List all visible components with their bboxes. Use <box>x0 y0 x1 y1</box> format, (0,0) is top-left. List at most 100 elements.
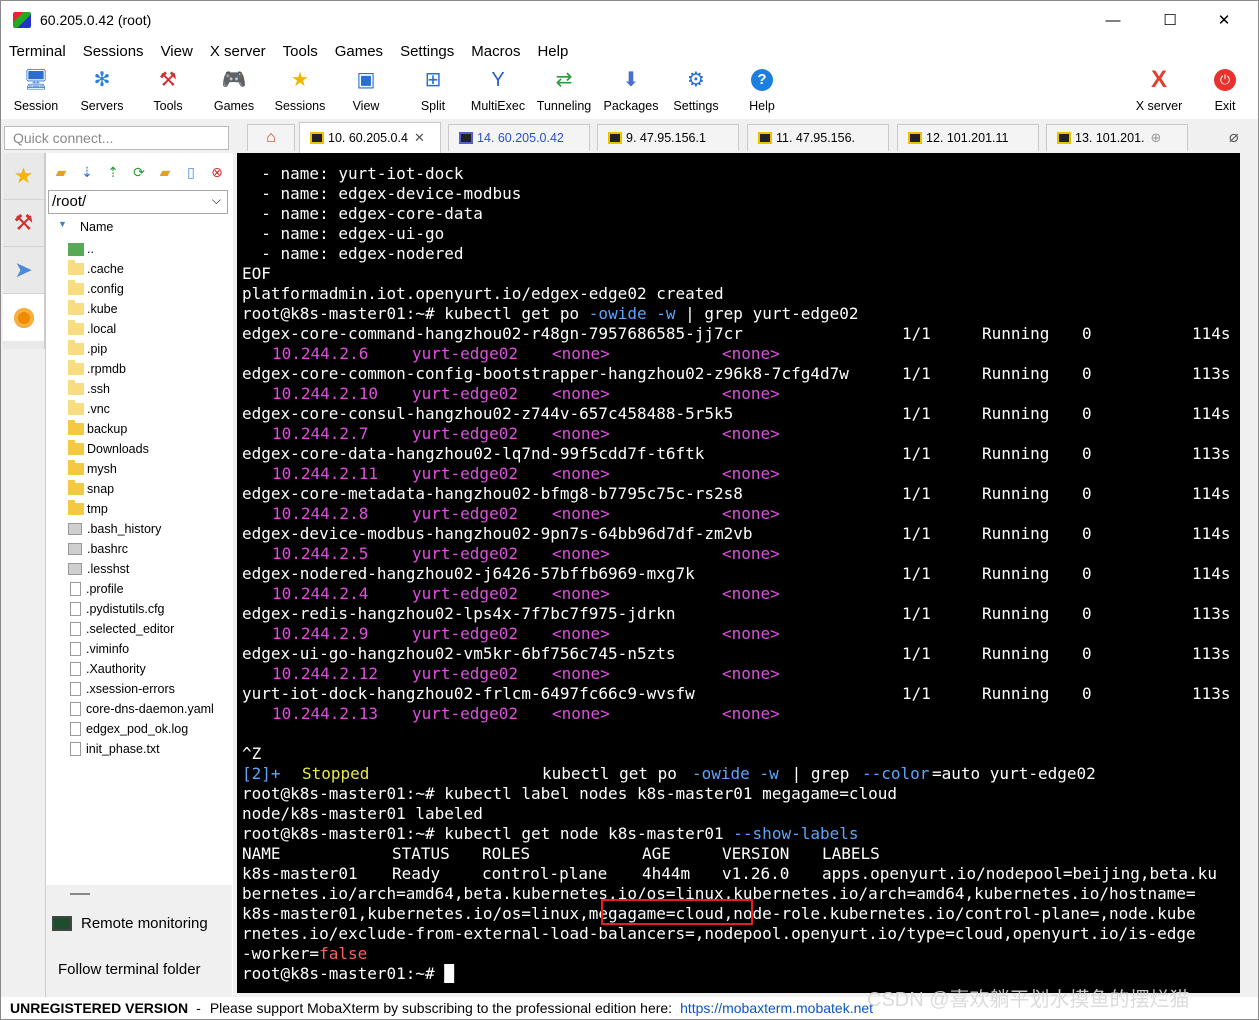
file-list-item[interactable]: snap <box>68 479 232 499</box>
quick-connect-input[interactable]: Quick connect... <box>4 126 229 150</box>
terminal-text: Running <box>982 484 1050 503</box>
settings-button[interactable]: ⚙ Settings <box>663 67 729 113</box>
pod-node: yurt-edge02 <box>412 544 518 563</box>
file-list-item[interactable]: edgex_pod_ok.log <box>68 719 232 739</box>
file-list-item[interactable]: .bash_history <box>68 519 232 539</box>
terminal-text: <none> <box>552 664 610 683</box>
file-list-item[interactable]: tmp <box>68 499 232 519</box>
tunneling-button[interactable]: ⇄ Tunneling <box>531 67 597 113</box>
terminal-text: | grep yurt-edge02 <box>675 304 859 323</box>
tab-session-13[interactable]: 13. 101.201. ⊕ <box>1046 124 1188 151</box>
file-list-item[interactable]: .ssh <box>68 379 232 399</box>
servers-button[interactable]: ✻ Servers <box>69 67 135 113</box>
menu-tools[interactable]: Tools <box>275 43 327 60</box>
games-button[interactable]: 🎮 Games <box>201 67 267 113</box>
menu-settings[interactable]: Settings <box>392 43 463 60</box>
file-list-item[interactable]: core-dns-daemon.yaml <box>68 699 232 719</box>
menu-sessions[interactable]: Sessions <box>75 43 153 60</box>
file-list-item[interactable]: backup <box>68 419 232 439</box>
minimize-button[interactable]: — <box>1090 1 1136 39</box>
tab-row: Quick connect... ⌂ 10. 60.205.0.4 ✕ 14. 6… <box>1 121 1258 153</box>
menu-games[interactable]: Games <box>327 43 392 60</box>
pod-ip: 10.244.2.12 <box>272 664 378 683</box>
file-list-item[interactable]: .local <box>68 319 232 339</box>
sftp-send-icon[interactable]: ➤ <box>3 247 44 294</box>
menu-help[interactable]: Help <box>529 43 577 60</box>
file-list-item[interactable]: .kube <box>68 299 232 319</box>
sessions-button[interactable]: ★ Sessions <box>267 67 333 113</box>
delete-icon[interactable]: ⊗ <box>208 164 226 181</box>
download-icon[interactable]: ⇣ <box>78 164 96 181</box>
file-name: .config <box>87 282 124 296</box>
new-folder-icon[interactable]: ▰ <box>156 164 174 181</box>
terminal-text: LABELS <box>822 844 880 863</box>
close-button[interactable]: ✕ <box>1201 1 1247 39</box>
new-file-icon[interactable]: ▯ <box>182 164 200 181</box>
folder-up-icon[interactable]: ▰ <box>52 164 70 181</box>
session-button[interactable]: 🖥 Session <box>3 67 69 113</box>
file-list-item[interactable]: .pydistutils.cfg <box>68 599 232 619</box>
terminal-text: 1/1 <box>902 564 931 583</box>
tools-rail-icon[interactable]: ⚒ <box>3 200 44 247</box>
maximize-button[interactable]: ☐ <box>1147 1 1193 39</box>
tab-session-10[interactable]: 10. 60.205.0.4 ✕ <box>299 122 441 153</box>
sessions-star-icon[interactable]: ★ <box>3 153 44 200</box>
pod-node: yurt-edge02 <box>412 584 518 603</box>
view-button[interactable]: ▣ View <box>333 67 399 113</box>
xserver-button[interactable]: XX server <box>1126 67 1192 114</box>
terminal[interactable]: - name: yurt-iot-dock - name: edgex-devi… <box>237 153 1240 993</box>
attachment-icon[interactable]: ⌀ <box>1229 127 1239 147</box>
file-list-item[interactable]: .pip <box>68 339 232 359</box>
multiexec-button[interactable]: Y MultiExec <box>465 67 531 113</box>
refresh-icon[interactable]: ⟳ <box>130 164 148 181</box>
tab-session-14[interactable]: 14. 60.205.0.42 <box>448 124 590 151</box>
terminal-text: 113s <box>1192 604 1231 623</box>
tab-session-11[interactable]: 11. 47.95.156. <box>747 124 889 151</box>
menu-macros[interactable]: Macros <box>463 43 529 60</box>
file-list-item[interactable]: mysh <box>68 459 232 479</box>
remote-monitoring-button[interactable]: Remote monitoring <box>52 915 208 932</box>
file-list-item[interactable]: .profile <box>68 579 232 599</box>
file-list-item[interactable]: .lesshst <box>68 559 232 579</box>
follow-terminal-folder-checkbox[interactable]: Follow terminal folder <box>58 961 201 978</box>
upload-icon[interactable]: ⇡ <box>104 164 122 181</box>
terminal-line: 10.244.2.7 yurt-edge02 <none> <none> <box>242 424 1240 444</box>
file-list-item[interactable]: .vnc <box>68 399 232 419</box>
file-list-item[interactable]: .Xauthority <box>68 659 232 679</box>
terminal-text: Running <box>982 444 1050 463</box>
file-list-item[interactable]: init_phase.txt <box>68 739 232 759</box>
folder-icon <box>68 420 84 435</box>
file-list-item[interactable]: .bashrc <box>68 539 232 559</box>
split-button[interactable]: ⊞ Split <box>400 67 466 113</box>
menu-terminal[interactable]: Terminal <box>1 43 75 60</box>
file-list-item[interactable]: .cache <box>68 259 232 279</box>
exit-button[interactable]: ⏻ Exit <box>1192 67 1258 113</box>
tab-session-9[interactable]: 9. 47.95.156.1 <box>597 124 739 151</box>
file-list-item[interactable]: .config <box>68 279 232 299</box>
new-tab-icon[interactable]: ⊕ <box>1151 130 1162 146</box>
menu-x-server[interactable]: X server <box>202 43 275 60</box>
terminal-scrollbar[interactable] <box>1240 153 1258 1013</box>
file-list-item[interactable]: .xsession-errors <box>68 679 232 699</box>
packages-button[interactable]: ⬇ Packages <box>598 67 664 113</box>
file-list-item[interactable]: .selected_editor <box>68 619 232 639</box>
file-list-item[interactable]: Downloads <box>68 439 232 459</box>
tab-session-12[interactable]: 12. 101.201.11 <box>897 124 1039 151</box>
path-dropdown[interactable]: /root/ ⌵ <box>48 190 228 214</box>
folder-icon <box>68 400 84 415</box>
panel-splitter[interactable] <box>70 893 90 895</box>
close-tab-icon[interactable]: ✕ <box>414 130 425 146</box>
menu-view[interactable]: View <box>153 43 202 60</box>
file-list-item[interactable]: .rpmdb <box>68 359 232 379</box>
terminal-text: kubectl get node k8s-master01 <box>444 824 734 843</box>
file-panel: ▰ ⇣ ⇡ ⟳ ▰ ▯ ⊗ /root/ ⌵ ▼ Name .. .cache .con… <box>45 153 233 999</box>
sftp-icon[interactable] <box>3 294 44 341</box>
file-list-item[interactable]: .. <box>68 239 232 259</box>
home-tab[interactable]: ⌂ <box>247 124 295 151</box>
file-list-header[interactable]: ▼ Name <box>46 216 232 236</box>
tools-button[interactable]: ⚒ Tools <box>135 67 201 113</box>
help-button[interactable]: ? Help <box>729 67 795 113</box>
file-list-item[interactable]: .viminfo <box>68 639 232 659</box>
mobaxterm-link[interactable]: https://mobaxterm.mobatek.net <box>680 1000 873 1016</box>
terminal-text: 114s <box>1192 484 1231 503</box>
